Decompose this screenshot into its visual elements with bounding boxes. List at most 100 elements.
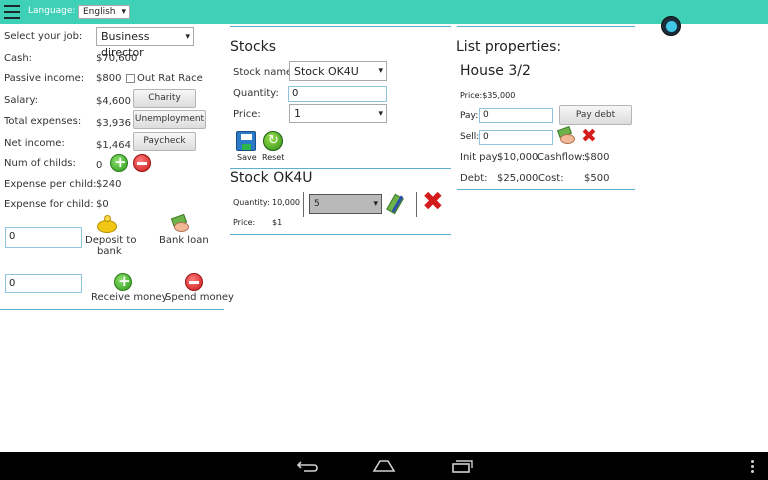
unemployment-button[interactable]: Unemployment (133, 110, 206, 129)
job-select[interactable]: Business director (96, 27, 194, 59)
cost-label: Cost: (538, 173, 564, 184)
delete-property-icon[interactable]: ✖ (581, 124, 597, 148)
reset-icon[interactable]: ↻ (263, 131, 283, 151)
charity-button[interactable]: Charity (133, 89, 196, 108)
cash-label: Cash: (4, 53, 33, 64)
stocks-top-divider (230, 26, 451, 27)
overflow-menu-icon[interactable] (751, 460, 754, 473)
pay-debt-button[interactable]: Pay debt (559, 105, 632, 125)
piggy-bank-icon[interactable] (96, 215, 118, 233)
passive-income-label: Passive income: (4, 73, 85, 84)
stocks-title: Stocks (230, 39, 277, 55)
net-income-value: $1,464 (96, 140, 131, 151)
floppy-label (241, 134, 252, 140)
overflow-dot (751, 465, 754, 468)
delete-stock-icon[interactable]: ✖ (422, 187, 444, 217)
owned-quantity-select[interactable]: 5 (309, 194, 382, 214)
job-label: Select your job: (4, 31, 83, 42)
sell-input[interactable]: 0 (479, 130, 553, 145)
minus-icon (137, 162, 147, 165)
owned-separator-1 (303, 192, 304, 217)
bank-loan-label[interactable]: Bank loan (159, 235, 209, 246)
add-child-button[interactable]: + (110, 153, 128, 172)
floating-bubble[interactable] (661, 16, 681, 36)
hand-shape (174, 222, 189, 232)
overflow-dot (751, 470, 754, 473)
refresh-arrow: ↻ (268, 133, 279, 148)
deposit-label-line2[interactable]: bank (97, 246, 122, 257)
pay-input[interactable]: 0 (479, 108, 553, 123)
cashflow-label: Cashflow: (537, 152, 586, 163)
sell-stock-icon[interactable] (386, 193, 408, 215)
hand-shape (560, 134, 575, 144)
receive-money-button[interactable]: + (114, 272, 132, 291)
stock-quantity-input[interactable]: 0 (288, 86, 387, 102)
cost-value: $500 (584, 173, 610, 184)
language-select[interactable]: English (78, 5, 130, 19)
props-bottom-divider (457, 189, 635, 190)
out-rat-race-checkbox[interactable] (126, 74, 135, 83)
bubble-icon (666, 21, 677, 32)
deposit-label-line1[interactable]: Deposit to (85, 235, 136, 246)
expense-for-child-value: $0 (96, 199, 109, 210)
stock-price-label: Price: (233, 109, 261, 120)
stock-price-value: 1 (294, 107, 301, 120)
num-childs-value: 0 (96, 160, 103, 171)
stock-price-select[interactable]: 1 (289, 104, 387, 123)
owned-price-label: Price: (233, 218, 256, 227)
out-rat-race-label: Out Rat Race (137, 73, 203, 84)
remove-child-button[interactable] (133, 154, 151, 172)
cashflow-value: $800 (584, 152, 610, 163)
back-icon[interactable] (296, 459, 320, 473)
debt-value: $25,000 (497, 173, 539, 184)
total-expenses-value: $3,936 (96, 118, 131, 129)
spend-money-label[interactable]: Spend money (165, 292, 234, 303)
home-icon[interactable] (372, 459, 396, 473)
props-top-divider (457, 26, 635, 27)
init-pay-value: $10,000 (497, 152, 539, 163)
house-title: House 3/2 (460, 63, 531, 79)
recent-apps-icon[interactable] (450, 459, 474, 473)
language-value: English (83, 7, 116, 17)
sell-label: Sell: (460, 132, 480, 142)
minus-icon (189, 281, 199, 284)
save-label[interactable]: Save (237, 153, 257, 162)
properties-title: List properties: (456, 39, 562, 55)
plus-icon: + (118, 272, 131, 290)
left-divider (0, 309, 224, 310)
money-amount-input[interactable]: 0 (5, 274, 82, 293)
pay-label: Pay: (460, 111, 479, 121)
owned-quantity-label: Quantity: (233, 198, 270, 207)
bank-loan-icon[interactable] (170, 213, 190, 233)
cash-value: $70,600 (96, 53, 138, 64)
stock-name-value: Stock OK4U (294, 65, 359, 78)
stocks-mid-divider (230, 168, 451, 169)
expense-per-child-value: $240 (96, 179, 122, 190)
floppy-shutter (242, 144, 251, 150)
owned-separator-2 (416, 192, 417, 217)
house-price: Price:$35,000 (460, 91, 516, 100)
passive-income-value: $800 (96, 73, 122, 84)
deposit-amount-input[interactable]: 0 (5, 227, 82, 248)
owned-stock-title: Stock OK4U (230, 170, 313, 186)
sell-property-icon[interactable] (556, 126, 576, 145)
spend-money-button[interactable] (185, 273, 203, 291)
expense-for-child-label: Expense for child: (4, 199, 94, 210)
save-icon[interactable] (236, 131, 256, 151)
paycheck-button[interactable]: Paycheck (133, 132, 196, 151)
owned-select-value: 5 (314, 199, 320, 209)
receive-money-label[interactable]: Receive money (91, 292, 168, 303)
debt-label: Debt: (460, 173, 488, 184)
stock-name-label: Stock name: (233, 67, 296, 78)
net-income-label: Net income: (4, 138, 65, 149)
stock-name-select[interactable]: Stock OK4U (289, 61, 387, 81)
overflow-dot (751, 460, 754, 463)
piggy-coin (104, 215, 111, 222)
num-childs-label: Num of childs: (4, 158, 76, 169)
menu-icon[interactable] (4, 5, 20, 19)
stock-quantity-label: Quantity: (233, 88, 279, 99)
reset-label[interactable]: Reset (262, 153, 284, 162)
expense-per-child-label: Expense per child: (4, 179, 97, 190)
owned-price-value: $1 (272, 218, 283, 227)
salary-label: Salary: (4, 95, 39, 106)
